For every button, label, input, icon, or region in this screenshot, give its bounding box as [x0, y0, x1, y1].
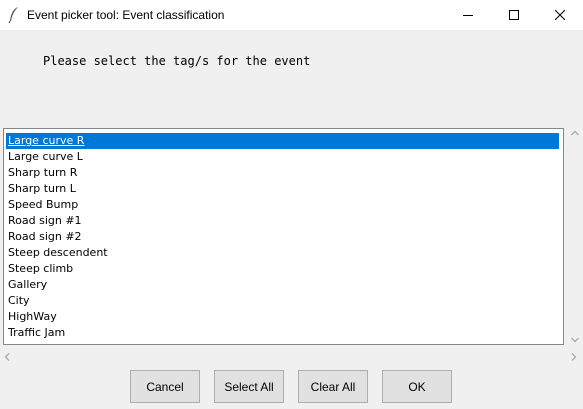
list-item[interactable]: Speed Bump [6, 197, 559, 213]
vertical-scrollbar[interactable] [567, 128, 583, 347]
list-item[interactable]: Road sign #2 [6, 229, 559, 245]
list-item[interactable]: Sharp turn R [6, 165, 559, 181]
horizontal-scrollbar[interactable] [0, 349, 583, 365]
cancel-button[interactable]: Cancel [130, 370, 200, 403]
list-item[interactable]: Gallery [6, 277, 559, 293]
instruction-label: Please select the tag/s for the event [43, 54, 311, 68]
close-button[interactable] [537, 0, 583, 30]
list-item[interactable]: Large curve L [6, 149, 559, 165]
list-item[interactable]: Steep climb [6, 261, 559, 277]
event-tag-listbox[interactable]: Large curve R Large curve L Sharp turn R Sh… [3, 128, 564, 345]
title-bar[interactable]: Event picker tool: Event classification [0, 0, 583, 30]
ok-button[interactable]: OK [382, 370, 452, 403]
scroll-down-icon[interactable] [571, 337, 579, 343]
close-icon [555, 10, 565, 20]
minimize-button[interactable] [445, 0, 491, 30]
maximize-button[interactable] [491, 0, 537, 30]
scroll-left-icon[interactable] [4, 353, 10, 361]
list-item[interactable]: Large curve R [6, 133, 559, 149]
select-all-button[interactable]: Select All [214, 370, 284, 403]
minimize-icon [463, 15, 473, 16]
feather-icon [8, 6, 20, 24]
list-item[interactable]: Traffic Jam [6, 325, 559, 341]
list-item[interactable]: Road sign #1 [6, 213, 559, 229]
scroll-right-icon[interactable] [571, 353, 577, 361]
list-item[interactable]: Sharp turn L [6, 181, 559, 197]
clear-all-button[interactable]: Clear All [298, 370, 368, 403]
maximize-icon [509, 10, 519, 20]
scroll-up-icon[interactable] [571, 130, 579, 136]
window-title: Event picker tool: Event classification [27, 8, 225, 22]
list-item[interactable]: HighWay [6, 309, 559, 325]
list-item[interactable]: City [6, 293, 559, 309]
list-item[interactable]: Steep descendent [6, 245, 559, 261]
